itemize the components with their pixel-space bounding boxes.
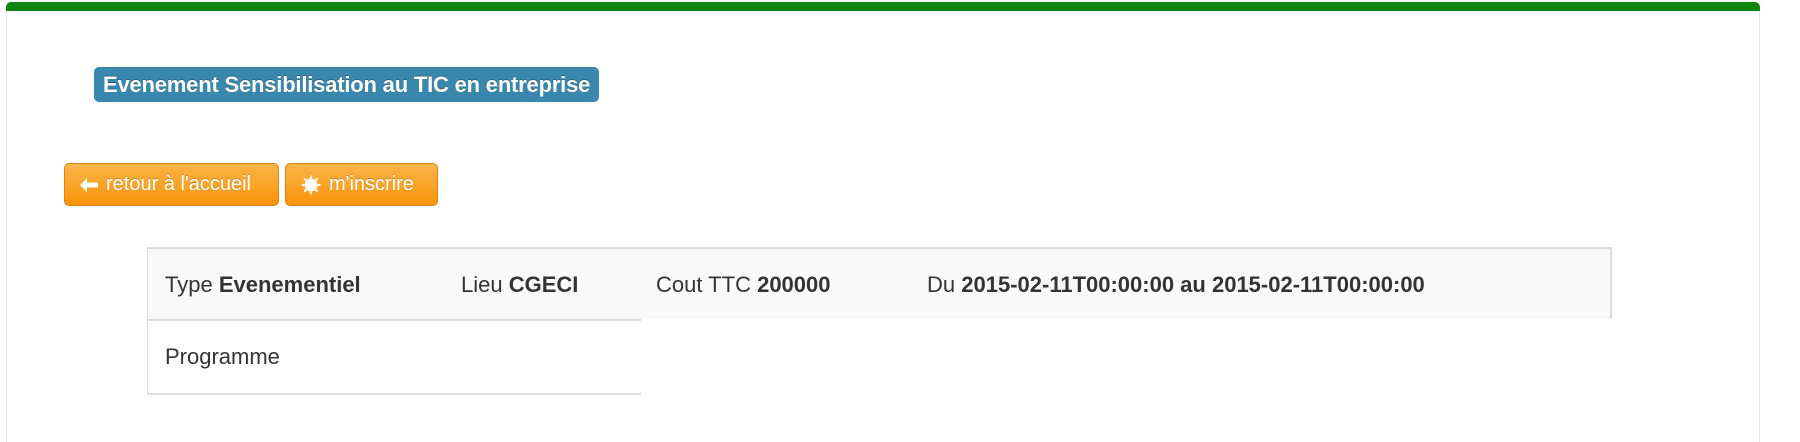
type-cell: Type Evenementiel	[165, 249, 361, 321]
cout-label: Cout TTC	[656, 272, 751, 297]
register-label: m'inscrire	[329, 173, 414, 195]
programme-row: Programme	[147, 321, 641, 395]
page: Evenement Sensibilisation au TIC en entr…	[0, 0, 1800, 442]
date-range-cell: Du 2015-02-11T00:00:00 au 2015-02-11T00:…	[927, 249, 1425, 321]
arrow-left-icon	[79, 177, 99, 193]
programme-label: Programme	[165, 344, 280, 369]
lieu-label: Lieu	[461, 272, 503, 297]
type-label: Type	[165, 272, 213, 297]
event-title-badge: Evenement Sensibilisation au TIC en entr…	[94, 67, 600, 102]
top-accent-bar	[6, 2, 1760, 11]
lieu-cell: Lieu CGECI	[461, 249, 578, 321]
lieu-value: CGECI	[508, 272, 579, 297]
details-row: Type Evenementiel Lieu CGECI Cout TTC 20…	[147, 247, 1612, 321]
register-button[interactable]: m'inscrire	[285, 163, 438, 206]
row-divider-cover	[641, 319, 1612, 323]
type-value: Evenementiel	[218, 272, 361, 297]
back-home-button[interactable]: retour à l'accueil	[64, 163, 279, 206]
du-label: Du	[927, 272, 956, 297]
cout-value: 200000	[757, 272, 831, 297]
cout-cell: Cout TTC 200000	[656, 249, 831, 321]
du-value: 2015-02-11T00:00:00 au 2015-02-11T00:00:…	[961, 272, 1425, 297]
sun-burst-icon	[300, 174, 322, 196]
back-home-label: retour à l'accueil	[106, 173, 251, 195]
